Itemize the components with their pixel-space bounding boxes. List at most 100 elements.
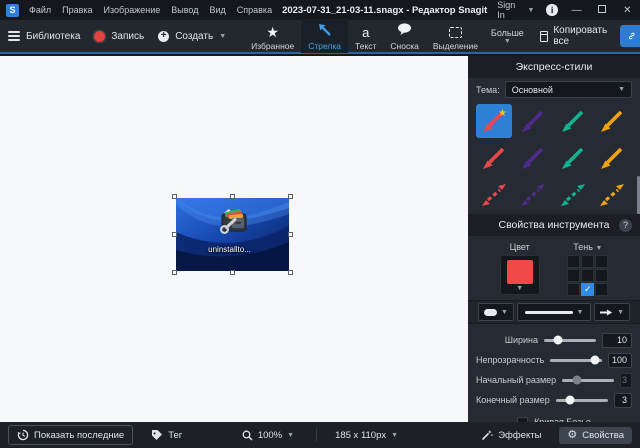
slider-value[interactable]: 3	[614, 393, 632, 408]
arrow-style-tile-10[interactable]	[555, 178, 591, 212]
library-button[interactable]: Библиотека	[8, 31, 80, 42]
arrow-style-tile-11[interactable]	[594, 178, 630, 212]
arrow-style-tile-3[interactable]	[594, 104, 630, 138]
slider-track[interactable]	[550, 359, 602, 362]
chevron-down-icon: ▼	[617, 309, 624, 316]
theme-dropdown[interactable]: Основной ▼	[505, 81, 632, 98]
close-button[interactable]: ✕	[621, 5, 634, 16]
menu-item-1[interactable]: Правка	[62, 5, 92, 15]
slider-thumb[interactable]	[572, 376, 581, 385]
shadow-cell-2[interactable]	[595, 255, 608, 268]
resize-handle-ne[interactable]	[288, 194, 293, 199]
menu-item-3[interactable]: Вывод	[171, 5, 198, 15]
zoom-control[interactable]: 100% ▼	[234, 427, 302, 444]
tool-callout[interactable]: Сноска	[383, 19, 425, 53]
chevron-down-icon: ▼	[504, 38, 511, 45]
resize-handle-se[interactable]	[288, 270, 293, 275]
share-link-button[interactable]: Поделиться ссылкой ▼	[620, 25, 640, 47]
arrow-style-tile-0[interactable]: ★	[476, 104, 512, 138]
resize-handle-e[interactable]	[288, 232, 293, 237]
resize-handle-n[interactable]	[230, 194, 235, 199]
arrow-end-style-dropdown[interactable]: ▼	[594, 303, 630, 321]
resize-handle-w[interactable]	[172, 232, 177, 237]
effects-button[interactable]: Эффекты	[473, 426, 549, 444]
shadow-label: Тень ▼	[573, 242, 602, 252]
color-swatch	[507, 260, 533, 284]
slider-track[interactable]	[562, 379, 614, 382]
more-tools-button[interactable]: Больше ▼	[491, 28, 524, 45]
canvas-size-control[interactable]: 185 x 110px ▼	[327, 427, 406, 444]
chevron-down-icon: ▼	[595, 245, 602, 252]
slider-thumb[interactable]	[566, 396, 575, 405]
show-recent-button[interactable]: Показать последние	[8, 425, 133, 445]
slider-track[interactable]	[544, 339, 596, 342]
chevron-down-icon: ▼	[528, 7, 535, 14]
hamburger-icon	[8, 31, 20, 41]
slider-row-2: Начальный размер3	[476, 370, 632, 390]
menu-item-5[interactable]: Справка	[237, 5, 272, 15]
slider-track[interactable]	[556, 399, 608, 402]
tool-arrow[interactable]: Стрелка	[301, 19, 348, 53]
uninstall-tool-icon	[216, 207, 250, 242]
arrow-icon	[317, 24, 332, 40]
color-picker[interactable]: ▼	[500, 255, 540, 295]
line-style-dropdown[interactable]: ▼	[517, 303, 591, 321]
shadow-cell-4[interactable]	[581, 269, 594, 282]
shadow-cell-0[interactable]	[567, 255, 580, 268]
arrow-style-tile-8[interactable]	[476, 178, 512, 212]
tool-text[interactable]: aТекст	[348, 19, 383, 53]
tool-selection[interactable]: Выделение	[426, 19, 485, 53]
chevron-down-icon: ▼	[219, 33, 226, 40]
menu-item-4[interactable]: Вид	[209, 5, 225, 15]
arrow-start-style-dropdown[interactable]: ▼	[478, 303, 514, 321]
arrow-style-tile-1[interactable]	[515, 104, 551, 138]
create-button[interactable]: + Создать ▼	[158, 31, 226, 42]
callout-icon	[397, 24, 412, 40]
arrow-style-tile-4[interactable]	[476, 141, 512, 175]
shadow-cell-8[interactable]	[595, 283, 608, 296]
arrow-style-tile-6[interactable]	[555, 141, 591, 175]
drawing-tools: ★ИзбранноеСтрелкаaТекстСноскаВыделение	[244, 19, 485, 53]
shadow-cell-5[interactable]	[595, 269, 608, 282]
record-icon	[94, 31, 105, 42]
editor-canvas[interactable]: uninstallto...	[0, 56, 468, 422]
tool-properties-header: Свойства инструмента ?	[468, 214, 640, 236]
shadow-cell-1[interactable]	[581, 255, 594, 268]
image-file-label: uninstallto...	[176, 245, 283, 254]
selected-image[interactable]: uninstallto...	[176, 198, 289, 271]
color-label: Цвет	[510, 242, 530, 252]
copy-all-button[interactable]: Копировать все	[540, 25, 610, 47]
slider-value[interactable]: 10	[602, 333, 632, 348]
tag-button[interactable]: Тег	[143, 426, 190, 444]
properties-button[interactable]: ⚙ Свойства	[559, 427, 632, 444]
theme-label: Тема:	[476, 85, 500, 95]
slider-value[interactable]: 100	[608, 353, 632, 368]
menu-item-0[interactable]: Файл	[29, 5, 51, 15]
slider-thumb[interactable]	[591, 356, 600, 365]
maximize-button[interactable]	[595, 5, 608, 16]
menu-item-2[interactable]: Изображение	[104, 5, 161, 15]
resize-handle-sw[interactable]	[172, 270, 177, 275]
info-icon[interactable]: i	[546, 4, 557, 16]
shadow-cell-7[interactable]: ✓	[581, 283, 594, 296]
slider-value[interactable]: 3	[620, 373, 632, 388]
arrow-style-tile-5[interactable]	[515, 141, 551, 175]
menu-bar: Файл Правка Изображение Вывод Вид Справка	[29, 5, 272, 15]
arrow-style-tile-7[interactable]	[594, 141, 630, 175]
tool-star[interactable]: ★Избранное	[244, 19, 301, 53]
history-icon	[17, 429, 29, 441]
minimize-button[interactable]: —	[570, 5, 583, 16]
chevron-down-icon: ▼	[577, 309, 584, 316]
shadow-cell-6[interactable]	[567, 283, 580, 296]
window-title: 2023-07-31_21-03-11.snagx - Редактор Sna…	[282, 5, 487, 16]
record-button[interactable]: Запись	[94, 31, 144, 42]
help-icon[interactable]: ?	[619, 219, 632, 232]
sign-in-button[interactable]: Sign In ▼	[497, 0, 534, 20]
arrow-style-tile-2[interactable]	[555, 104, 591, 138]
resize-handle-s[interactable]	[230, 270, 235, 275]
resize-handle-nw[interactable]	[172, 194, 177, 199]
sliders-section: Ширина10Непрозрачность100Начальный разме…	[468, 324, 640, 412]
slider-thumb[interactable]	[553, 336, 562, 345]
shadow-cell-3[interactable]	[567, 269, 580, 282]
arrow-style-tile-9[interactable]	[515, 178, 551, 212]
